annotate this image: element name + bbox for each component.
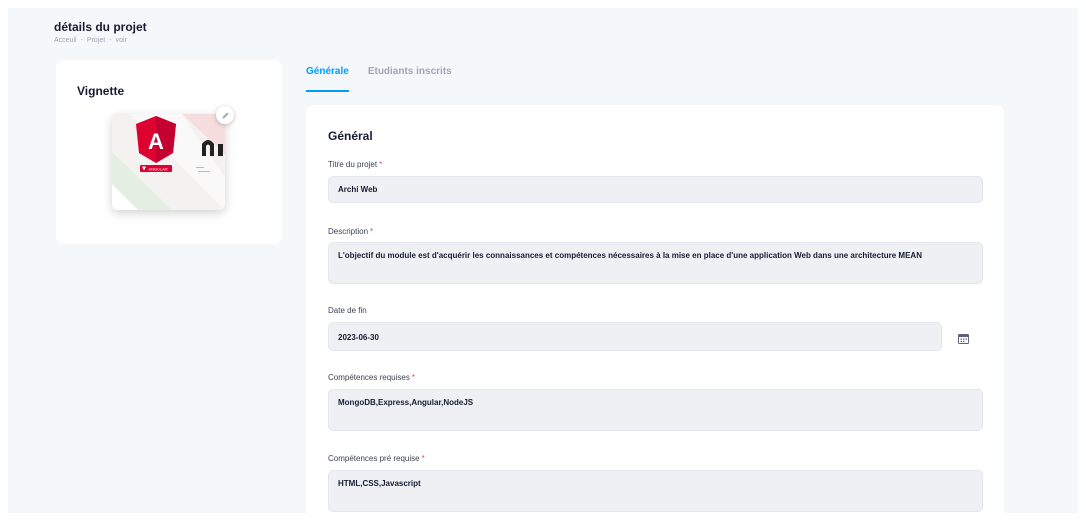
description-textarea[interactable]: L'objectif du module est d'acquérir les … [328,242,983,284]
project-title-input[interactable]: Archi Web [328,176,983,203]
page-background: détails du projet Acceuil - Projet - voir Vi… [8,8,1078,525]
thumbnail-card: Vignette A ANGULAR [56,60,282,244]
description-label: Description * [328,227,374,236]
thumbnail-title: Vignette [77,84,125,98]
project-thumbnail-image: A ANGULAR [112,114,225,210]
prerequisite-skills-textarea[interactable]: HTML,CSS,Javascript [328,470,983,512]
breadcrumb-item-project[interactable]: Projet [87,37,105,44]
form-title: Général [328,129,373,143]
end-date-label: Date de fin [328,306,367,315]
end-date-input[interactable]: 2023-06-30 [328,322,942,351]
breadcrumb-item-current: voir [115,37,127,44]
required-marker: * [379,160,383,169]
breadcrumb-item-home[interactable]: Acceuil [54,37,77,44]
tab-enrolled-students[interactable]: Etudiants inscrits [368,66,452,92]
required-marker: * [370,227,374,236]
image-badge-text: ANGULAR [148,167,167,172]
tab-bar: Générale Etudiants inscrits [306,66,452,92]
page-title: détails du projet [54,20,147,34]
pencil-icon [221,112,228,119]
edit-thumbnail-button[interactable] [216,106,234,124]
required-marker: * [421,454,425,463]
prerequisite-skills-label: Compétences pré requise * [328,454,425,463]
required-skills-label: Compétences requises * [328,373,415,382]
project-title-label: Titre du projet * [328,160,383,169]
page-header: détails du projet Acceuil - Projet - voir [54,20,147,44]
svg-text:A: A [148,129,164,154]
breadcrumb-separator: - [109,37,112,44]
required-marker: * [411,373,415,382]
tab-general[interactable]: Générale [306,66,349,92]
breadcrumb: Acceuil - Projet - voir [54,37,147,44]
general-form-card: Général Titre du projet * Archi Web Descr… [306,105,1004,525]
required-skills-textarea[interactable]: MongoDB,Express,Angular,NodeJS [328,389,983,431]
calendar-icon[interactable] [956,332,970,346]
breadcrumb-separator: - [80,37,83,44]
